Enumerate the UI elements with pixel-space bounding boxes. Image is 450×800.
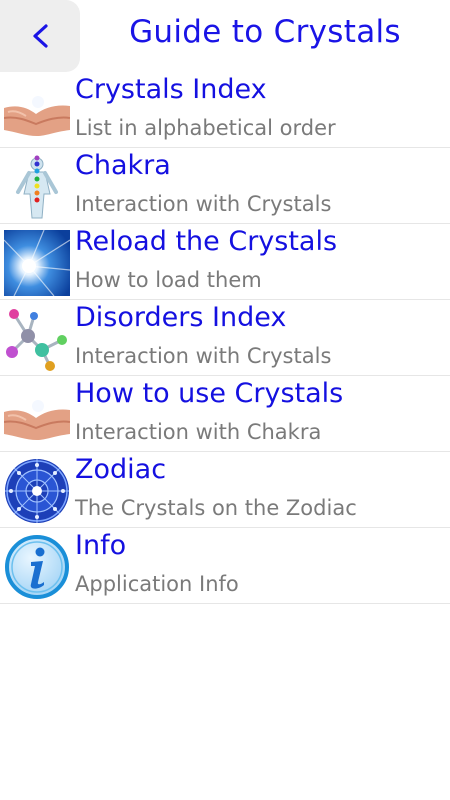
hands-crystal-icon [4,382,70,448]
list-item-title: Zodiac [75,454,167,485]
info-icon [4,534,70,600]
molecule-icon [4,306,70,372]
chevron-left-icon [33,24,48,48]
page-title: Guide to Crystals [129,14,401,50]
list-item-title: Info [75,530,127,561]
list-item-zodiac[interactable]: Zodiac The Crystals on the Zodiac [0,452,450,528]
list-item-crystals-index[interactable]: Crystals Index List in alphabetical orde… [0,72,450,148]
chakra-body-icon [4,154,70,220]
list-item-subtitle: Interaction with Chakra [75,420,322,444]
back-button[interactable] [0,0,80,72]
hands-crystal-icon [4,78,70,144]
list-item-reload-crystals[interactable]: Reload the Crystals How to load them [0,224,450,300]
list-item-subtitle: How to load them [75,268,262,292]
zodiac-wheel-icon [4,458,70,524]
list-item-how-to-use[interactable]: How to use Crystals Interaction with Cha… [0,376,450,452]
list-item-title: Disorders Index [75,302,287,333]
list-item-title: Reload the Crystals [75,226,338,257]
list-item-subtitle: Interaction with Crystals [75,344,332,368]
app-header: Guide to Crystals [0,0,450,74]
list-item-info[interactable]: Info Application Info [0,528,450,604]
list-item-title: Chakra [75,150,171,181]
menu-list: Crystals Index List in alphabetical orde… [0,72,450,604]
sunburst-icon [4,230,70,296]
list-item-subtitle: Application Info [75,572,239,596]
list-item-title: How to use Crystals [75,378,344,409]
list-item-disorders-index[interactable]: Disorders Index Interaction with Crystal… [0,300,450,376]
list-item-subtitle: Interaction with Crystals [75,192,332,216]
list-item-subtitle: List in alphabetical order [75,116,336,140]
list-item-chakra[interactable]: Chakra Interaction with Crystals [0,148,450,224]
list-item-title: Crystals Index [75,74,267,105]
list-item-subtitle: The Crystals on the Zodiac [75,496,357,520]
